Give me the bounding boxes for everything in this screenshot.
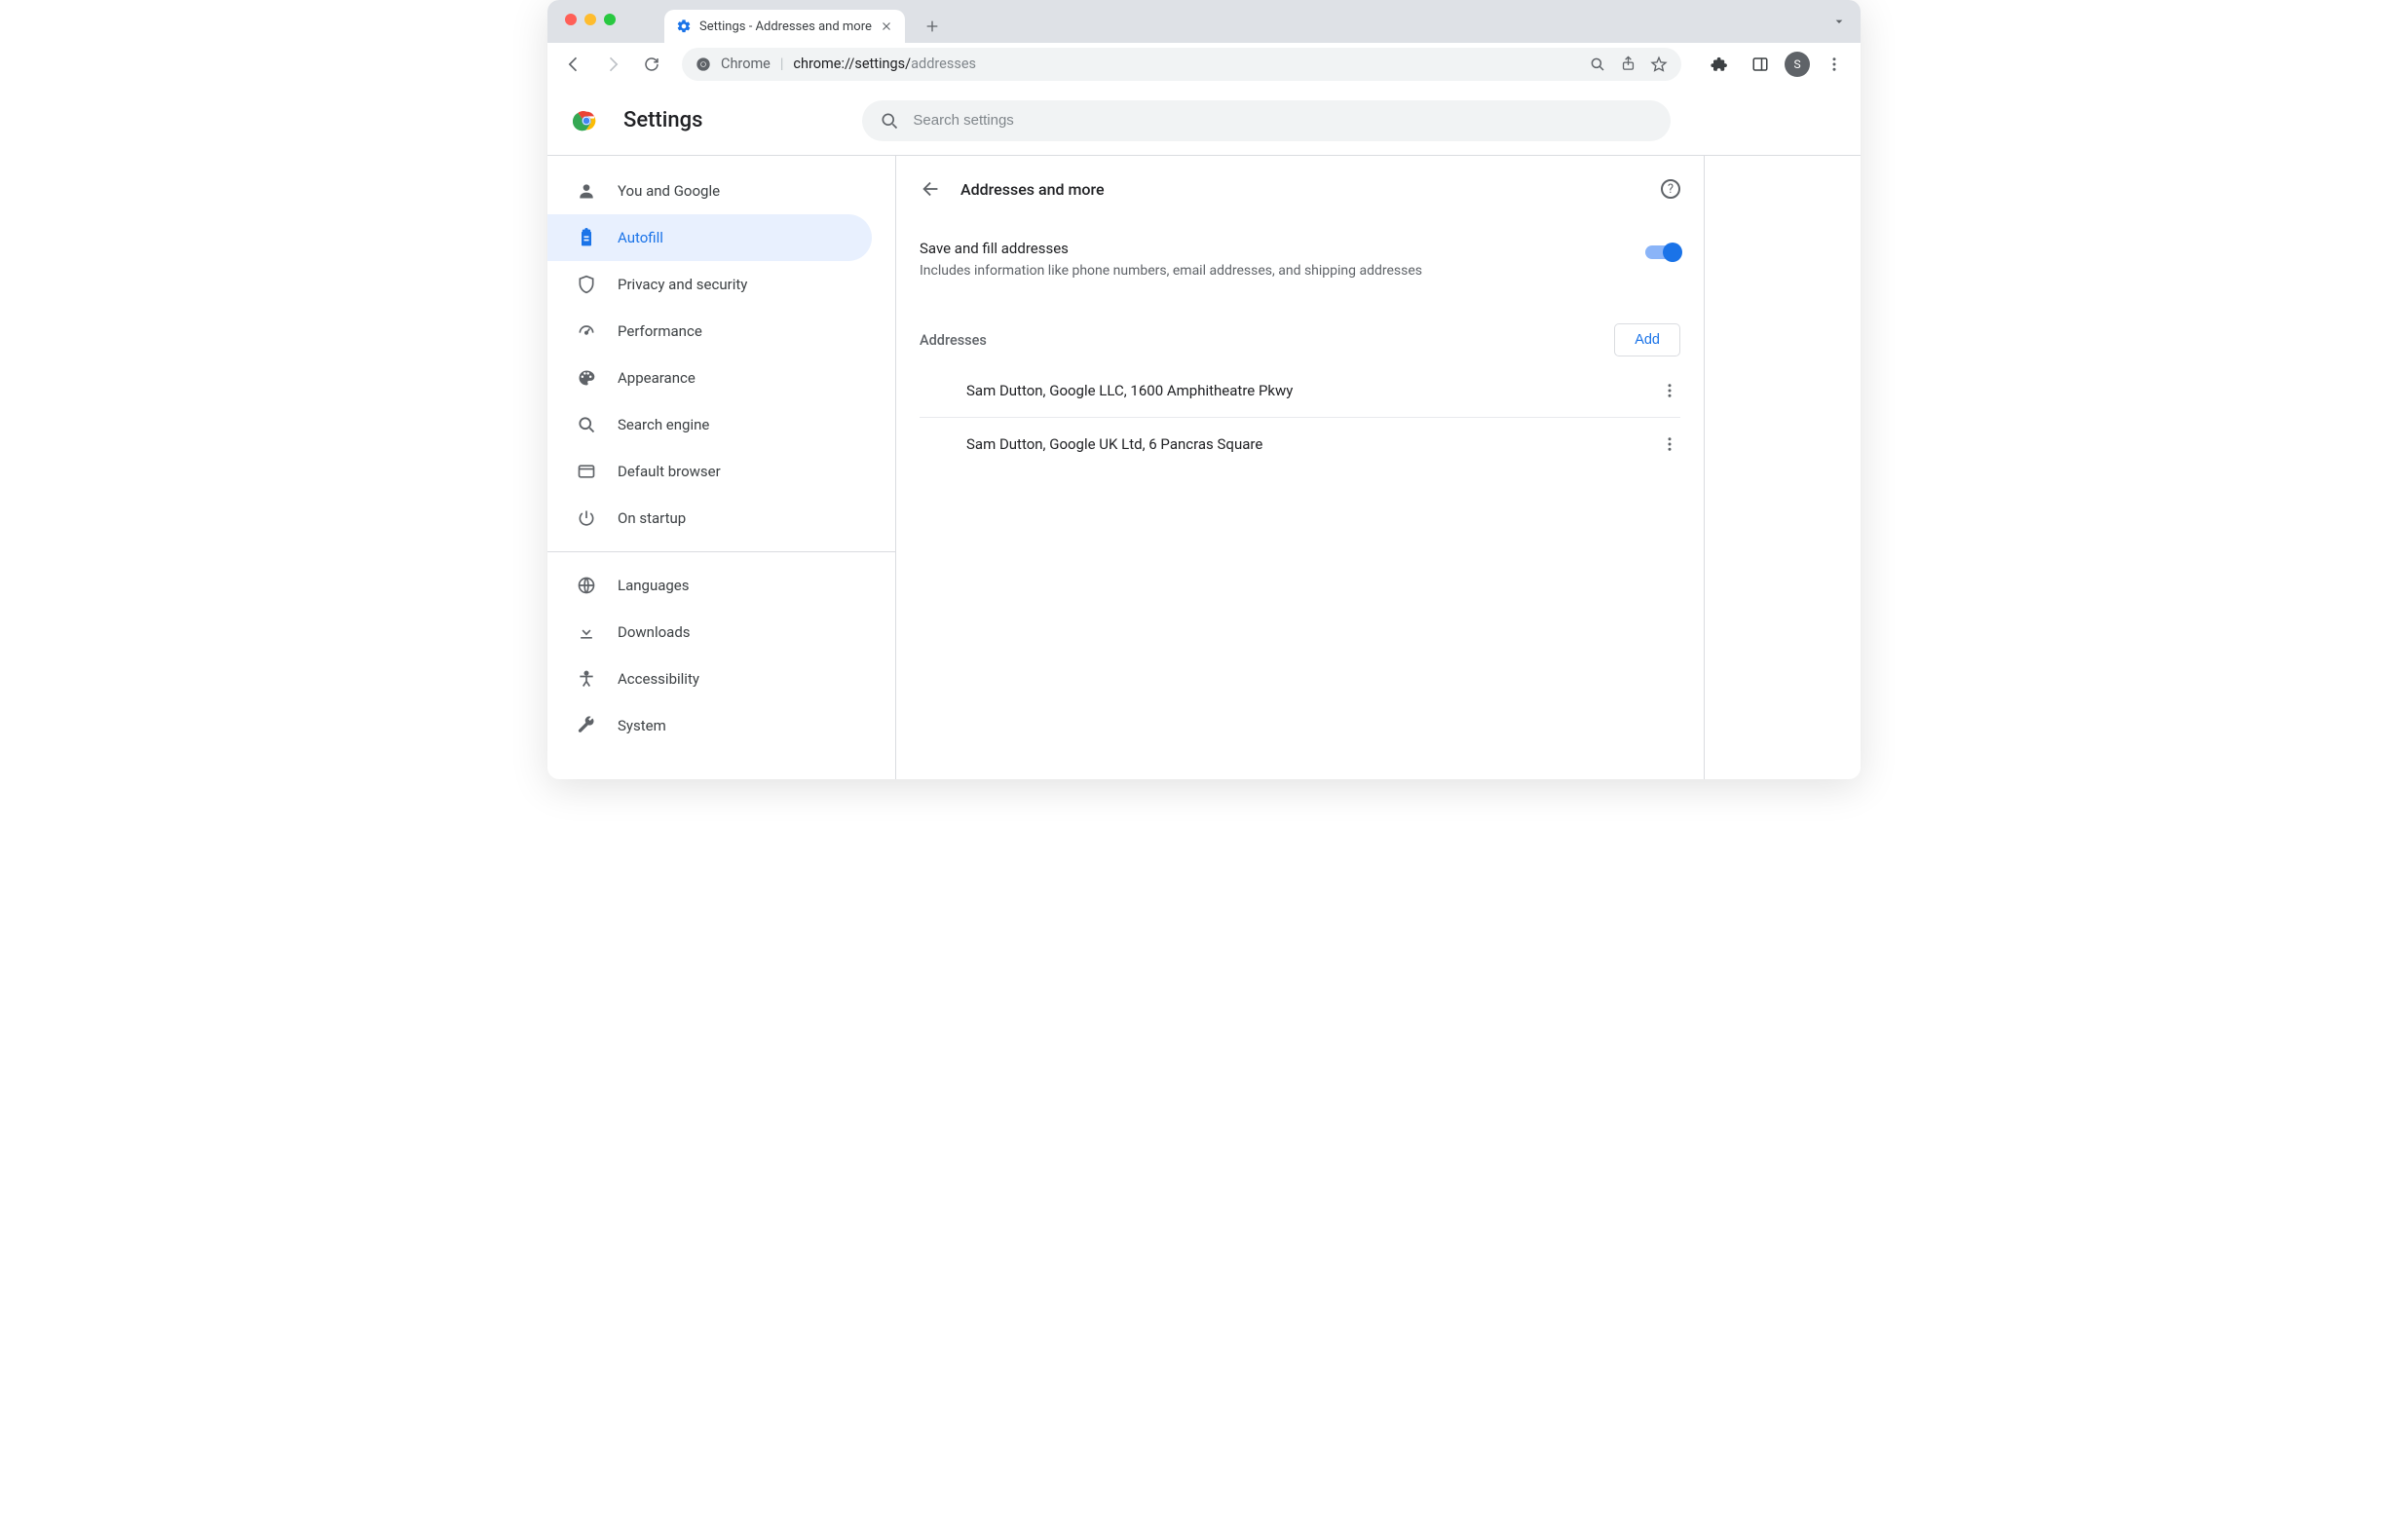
sidebar-item-label: Languages: [618, 577, 690, 594]
subpage-back-button[interactable]: [920, 177, 943, 201]
sidebar-item-appearance[interactable]: Appearance: [547, 355, 872, 401]
side-panel-button[interactable]: [1744, 48, 1777, 81]
divider: [547, 551, 895, 552]
sidebar-item-label: Downloads: [618, 623, 691, 641]
save-fill-title: Save and fill addresses: [920, 240, 1626, 257]
sidebar-item-languages[interactable]: Languages: [547, 562, 872, 609]
forward-button[interactable]: [596, 48, 629, 81]
sidebar-item-you-and-google[interactable]: You and Google: [547, 168, 872, 214]
sidebar-item-label: Performance: [618, 322, 702, 340]
addresses-header: Addresses Add: [920, 300, 1680, 364]
sidebar-item-label: Default browser: [618, 463, 721, 480]
save-fill-subtitle: Includes information like phone numbers,…: [920, 263, 1626, 279]
toolbar-actions: S: [1695, 48, 1851, 81]
close-window-button[interactable]: [565, 14, 577, 25]
palette-icon: [577, 368, 596, 388]
address-bar[interactable]: Chrome | chrome://settings/addresses: [682, 48, 1681, 81]
maximize-window-button[interactable]: [604, 14, 616, 25]
spacer: [1705, 156, 1861, 779]
sidebar-item-on-startup[interactable]: On startup: [547, 495, 872, 542]
sidebar-item-privacy[interactable]: Privacy and security: [547, 261, 872, 308]
tab-title: Settings - Addresses and more: [699, 19, 872, 34]
app-title: Settings: [623, 108, 702, 132]
sidebar-item-label: Search engine: [618, 416, 709, 433]
browser-icon: [577, 462, 596, 481]
sidebar-item-label: Privacy and security: [618, 276, 747, 293]
globe-icon: [577, 576, 596, 595]
person-icon: [577, 181, 596, 201]
sidebar-item-label: You and Google: [618, 182, 720, 200]
address-text: Sam Dutton, Google LLC, 1600 Amphitheatr…: [966, 382, 1293, 399]
search-input[interactable]: [913, 112, 1653, 129]
save-fill-row: Save and fill addresses Includes informa…: [920, 222, 1680, 300]
browser-window: Settings - Addresses and more Chrome: [547, 0, 1861, 779]
search-settings[interactable]: [862, 100, 1671, 141]
chrome-logo-icon: [573, 107, 600, 134]
speedometer-icon: [577, 321, 596, 341]
app-header: Settings: [547, 86, 1861, 156]
omnibox-scheme-label: Chrome: [721, 56, 771, 72]
addresses-label: Addresses: [920, 332, 987, 349]
shield-icon: [577, 275, 596, 294]
sidebar-item-search-engine[interactable]: Search engine: [547, 401, 872, 448]
sidebar-item-label: Appearance: [618, 369, 696, 387]
download-icon: [577, 622, 596, 642]
sidebar-item-downloads[interactable]: Downloads: [547, 609, 872, 656]
omnibox-url-tail: addresses: [911, 56, 976, 72]
close-tab-button[interactable]: [880, 19, 893, 33]
reload-button[interactable]: [635, 48, 668, 81]
wrench-icon: [577, 716, 596, 735]
add-address-button[interactable]: Add: [1614, 323, 1680, 356]
address-more-button[interactable]: [1659, 382, 1680, 399]
new-tab-button[interactable]: [919, 13, 946, 40]
profile-avatar[interactable]: S: [1785, 52, 1810, 77]
omnibox-url-strong: chrome://settings/: [793, 56, 911, 72]
addresses-list: Sam Dutton, Google LLC, 1600 Amphitheatr…: [920, 364, 1680, 470]
back-button[interactable]: [557, 48, 590, 81]
minimize-window-button[interactable]: [584, 14, 596, 25]
layout: You and Google Autofill Privacy and secu…: [547, 156, 1861, 779]
sidebar-item-autofill[interactable]: Autofill: [547, 214, 872, 261]
page-header: Addresses and more ?: [896, 156, 1704, 222]
zoom-icon[interactable]: [1589, 56, 1606, 73]
tab-list-menu-button[interactable]: [1831, 14, 1847, 29]
address-text: Sam Dutton, Google UK Ltd, 6 Pancras Squ…: [966, 435, 1262, 453]
search-icon: [880, 111, 899, 131]
sidebar-item-performance[interactable]: Performance: [547, 308, 872, 355]
page-title: Addresses and more: [960, 180, 1105, 199]
content: Addresses and more ? Save and fill addre…: [896, 156, 1705, 779]
search-icon: [577, 415, 596, 434]
gear-icon: [676, 19, 692, 34]
help-button[interactable]: ?: [1661, 179, 1680, 199]
sidebar-item-label: Autofill: [618, 229, 663, 246]
chrome-menu-button[interactable]: [1818, 48, 1851, 81]
sidebar-item-label: On startup: [618, 509, 686, 527]
clipboard-icon: [577, 228, 596, 247]
titlebar: Settings - Addresses and more: [547, 0, 1861, 43]
address-more-button[interactable]: [1659, 435, 1680, 453]
main: Addresses and more ? Save and fill addre…: [896, 156, 1861, 779]
sidebar-item-accessibility[interactable]: Accessibility: [547, 656, 872, 702]
toolbar: Chrome | chrome://settings/addresses S: [547, 43, 1861, 86]
save-fill-toggle[interactable]: [1645, 245, 1680, 259]
question-icon: ?: [1668, 182, 1674, 197]
accessibility-icon: [577, 669, 596, 689]
chrome-icon: [696, 56, 711, 72]
omnibox-actions: [1589, 56, 1668, 73]
sidebar: You and Google Autofill Privacy and secu…: [547, 156, 896, 779]
sidebar-item-default-browser[interactable]: Default browser: [547, 448, 872, 495]
share-icon[interactable]: [1620, 56, 1637, 72]
extensions-button[interactable]: [1703, 48, 1736, 81]
window-controls: [565, 14, 616, 25]
sidebar-item-system[interactable]: System: [547, 702, 872, 749]
separator: |: [780, 56, 784, 72]
address-row[interactable]: Sam Dutton, Google LLC, 1600 Amphitheatr…: [920, 364, 1680, 418]
address-row[interactable]: Sam Dutton, Google UK Ltd, 6 Pancras Squ…: [920, 418, 1680, 470]
sidebar-item-label: System: [618, 717, 666, 734]
bookmark-icon[interactable]: [1650, 56, 1668, 73]
power-icon: [577, 508, 596, 528]
browser-tab[interactable]: Settings - Addresses and more: [664, 10, 905, 43]
sidebar-item-label: Accessibility: [618, 670, 699, 688]
